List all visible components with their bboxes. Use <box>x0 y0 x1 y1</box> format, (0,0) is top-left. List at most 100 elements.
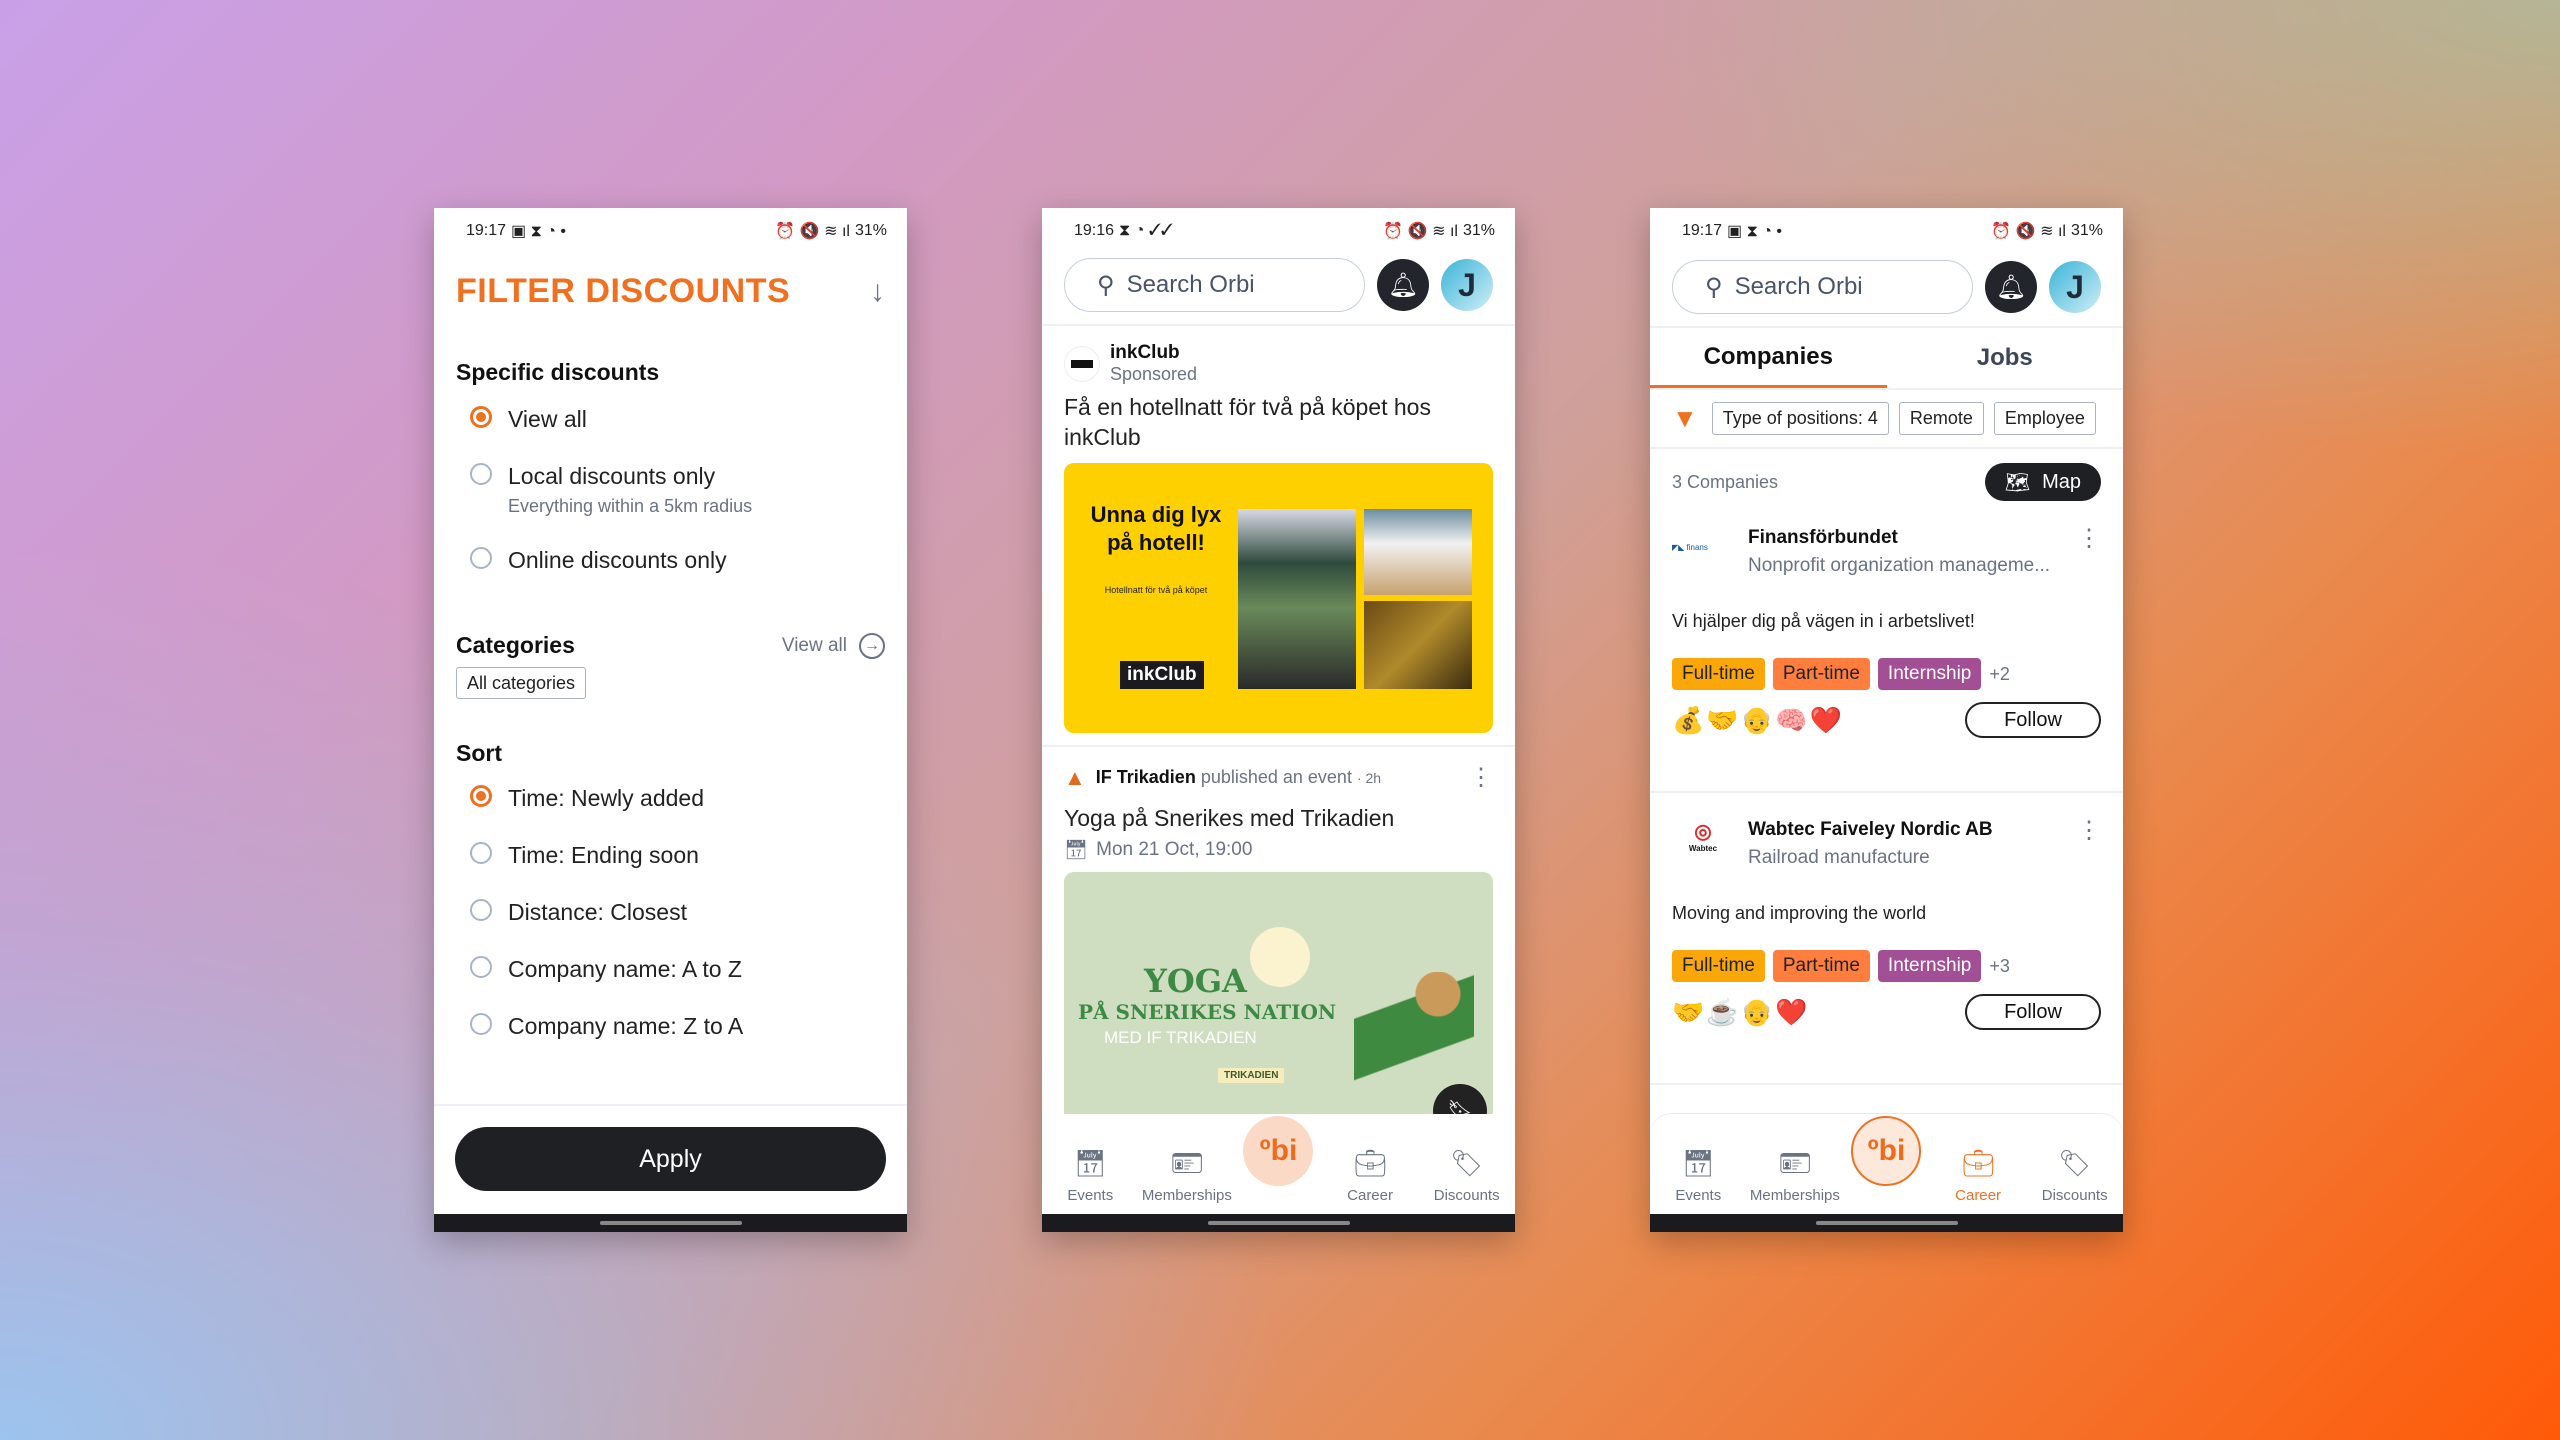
radio-sort-newly-added[interactable]: Time: Newly added <box>434 785 907 812</box>
poster-tagline: MED IF TRIKADIEN <box>1104 1027 1257 1047</box>
option-label: View all <box>508 406 587 432</box>
all-categories-chip[interactable]: All categories <box>456 667 587 699</box>
nav-career[interactable]: 💼︎ Career <box>1330 1148 1410 1204</box>
radio-icon <box>470 547 492 569</box>
phone-feed: 19:16 ⧗ ◔ ✓✓ ⏰ 🔇 ≋ ıl 31% ⚲ Search Orbi 🔔︎ … <box>1042 208 1515 1232</box>
nav-career[interactable]: 💼︎ Career <box>1938 1148 2018 1204</box>
event-post[interactable]: ▲ IF Trikadien published an event · 2h ⋮ … <box>1042 747 1515 1122</box>
filter-chip-remote[interactable]: Remote <box>1898 402 1984 435</box>
specific-discounts-heading: Specific discounts <box>456 359 660 385</box>
sponsored-post[interactable]: inkClub Sponsored Få en hotellnatt för tv… <box>1042 326 1515 733</box>
specific-discounts-group: View all Local discounts only Everything … <box>434 406 907 574</box>
more-options-icon[interactable]: ⋮ <box>1469 765 1493 790</box>
nav-events[interactable]: 📅︎ Events <box>1050 1148 1130 1204</box>
money-bag-icon: 💰 <box>1672 704 1707 735</box>
tab-companies[interactable]: Companies <box>1650 328 1887 388</box>
tag-full-time: Full-time <box>1672 658 1765 690</box>
radio-online-discounts[interactable]: Online discounts only <box>434 547 907 574</box>
radio-sort-distance[interactable]: Distance: Closest <box>434 899 907 926</box>
id-card-icon: 🪪︎ <box>1170 1148 1204 1178</box>
post-age: · 2h <box>1356 770 1382 787</box>
radio-sort-ending-soon[interactable]: Time: Ending soon <box>434 842 907 869</box>
company-name: Finansförbundet <box>1748 527 1898 548</box>
option-sub: Everything within a 5km radius <box>508 496 753 516</box>
company-category: Nonprofit organization manageme... <box>1748 555 2051 576</box>
home-indicator[interactable] <box>1650 1214 2123 1232</box>
notifications-button[interactable]: 🔔︎ <box>1377 259 1429 311</box>
more-options-icon[interactable]: ⋮ <box>2077 819 2101 843</box>
poster-title: YOGA <box>1144 961 1247 1000</box>
search-input[interactable]: ⚲ Search Orbi <box>1064 258 1365 312</box>
home-indicator[interactable] <box>1042 1214 1515 1232</box>
follow-button[interactable]: Follow <box>1965 994 2101 1030</box>
tab-label: Companies <box>1703 342 1833 370</box>
filter-icon[interactable]: ▼ <box>1672 403 1698 434</box>
radio-icon <box>470 956 492 978</box>
nav-orbi-home[interactable]: ºbi <box>1243 1116 1314 1186</box>
notification-icons: ▣ ⧗ ◔ • <box>511 223 566 240</box>
phone-filter-discounts: 19:17 ▣ ⧗ ◔ • ⏰ 🔇 ≋ ıl 31% FILTER DISCOUNT… <box>434 208 907 1232</box>
home-indicator[interactable] <box>434 1214 907 1232</box>
nav-orbi-home[interactable]: ºbi <box>1851 1116 1922 1186</box>
post-author: inkClub <box>1110 342 1180 363</box>
tag-part-time: Part-time <box>1772 950 1870 982</box>
filter-chip-employee[interactable]: Employee <box>1993 402 2096 435</box>
nav-discounts[interactable]: 🏷︎ Discounts <box>1427 1148 1507 1204</box>
ad-photo-spa <box>1364 600 1472 689</box>
notifications-button[interactable]: 🔔︎ <box>1985 261 2037 313</box>
option-label: Local discounts only <box>508 463 716 489</box>
search-input[interactable]: ⚲ Search Orbi <box>1672 260 1973 314</box>
radio-local-discounts[interactable]: Local discounts only Everything within a … <box>434 463 907 517</box>
radio-sort-z-a[interactable]: Company name: Z to A <box>434 1013 907 1040</box>
perk-emojis: 🤝☕👴❤️ <box>1672 997 1810 1028</box>
arrow-right-circle-icon: → <box>859 632 885 659</box>
bell-icon: 🔔︎ <box>1995 273 2027 301</box>
nav-discounts[interactable]: 🏷︎ Discounts <box>2035 1148 2115 1204</box>
bell-icon: 🔔︎ <box>1387 271 1419 299</box>
calendar-icon: 📅︎ <box>1073 1148 1107 1178</box>
collapse-arrow-icon[interactable]: ↓ <box>870 275 885 309</box>
perk-emojis: 💰🤝👴🧠❤️ <box>1672 705 1844 736</box>
tabs: Companies Jobs <box>1650 328 2123 390</box>
nav-memberships[interactable]: 🪪︎ Memberships <box>1142 1148 1232 1204</box>
system-icons: ⏰ 🔇 ≋ ıl <box>775 223 850 240</box>
more-options-icon[interactable]: ⋮ <box>2077 527 2101 551</box>
follow-button[interactable]: Follow <box>1965 702 2101 738</box>
nav-label: Career <box>1955 1187 2001 1204</box>
radio-sort-a-z[interactable]: Company name: A to Z <box>434 956 907 983</box>
avatar[interactable]: J <box>1441 259 1493 311</box>
nav-label: Memberships <box>1749 1187 1840 1204</box>
filter-bar: ▼ Type of positions: 4 Remote Employee <box>1650 390 2123 449</box>
briefcase-icon: 💼︎ <box>1353 1148 1387 1178</box>
post-action: published an event <box>1200 767 1352 788</box>
event-poster[interactable]: YOGA PÅ SNERIKES NATION MED IF TRIKADIEN… <box>1064 871 1493 1122</box>
categories-view-all-link[interactable]: View all → <box>782 632 885 659</box>
nav-memberships[interactable]: 🪪︎ Memberships <box>1750 1148 1840 1204</box>
search-placeholder: Search Orbi <box>1734 273 1863 300</box>
tag-more-count: +2 <box>1989 663 2010 684</box>
company-card[interactable]: ◎ Wabtec Wabtec Faiveley Nordic AB Railroa… <box>1650 793 2123 1085</box>
tag-more-count: +3 <box>1989 955 2010 976</box>
map-button[interactable]: 🗺︎ Map <box>1984 463 2101 501</box>
tab-label: Jobs <box>1976 344 2033 371</box>
nav-label: Events <box>1675 1187 1722 1204</box>
heart-icon: ❤️ <box>1775 996 1810 1027</box>
bottom-nav: 📅︎ Events 🪪︎ Memberships ºbi 💼︎ Career 🏷︎ Di… <box>1042 1114 1515 1214</box>
status-time: 19:17 <box>1682 222 1723 239</box>
filter-chip-positions[interactable]: Type of positions: 4 <box>1711 402 1889 435</box>
avatar[interactable]: J <box>2049 261 2101 313</box>
ad-banner[interactable]: Unna dig lyx på hotell! Hotellnatt för t… <box>1064 462 1493 733</box>
post-meta: Sponsored <box>1110 364 1198 384</box>
id-card-icon: 🪪︎ <box>1778 1148 1812 1178</box>
status-bar: 19:17 ▣ ⧗ ◔ • ⏰ 🔇 ≋ ıl 31% <box>434 208 907 254</box>
company-card[interactable]: ◤◣ finans Finansförbundet Nonprofit organ… <box>1650 501 2123 793</box>
categories-heading: Categories <box>456 632 575 658</box>
nav-events[interactable]: 📅︎ Events <box>1658 1148 1738 1204</box>
heart-icon: ❤️ <box>1809 704 1844 735</box>
post-text: Få en hotellnatt för två på köpet hos in… <box>1064 394 1431 450</box>
radio-view-all[interactable]: View all <box>434 406 907 433</box>
nav-label: Events <box>1067 1187 1114 1204</box>
option-label: Online discounts only <box>508 547 727 573</box>
tab-jobs[interactable]: Jobs <box>1887 328 2124 388</box>
apply-button[interactable]: Apply <box>455 1127 886 1191</box>
